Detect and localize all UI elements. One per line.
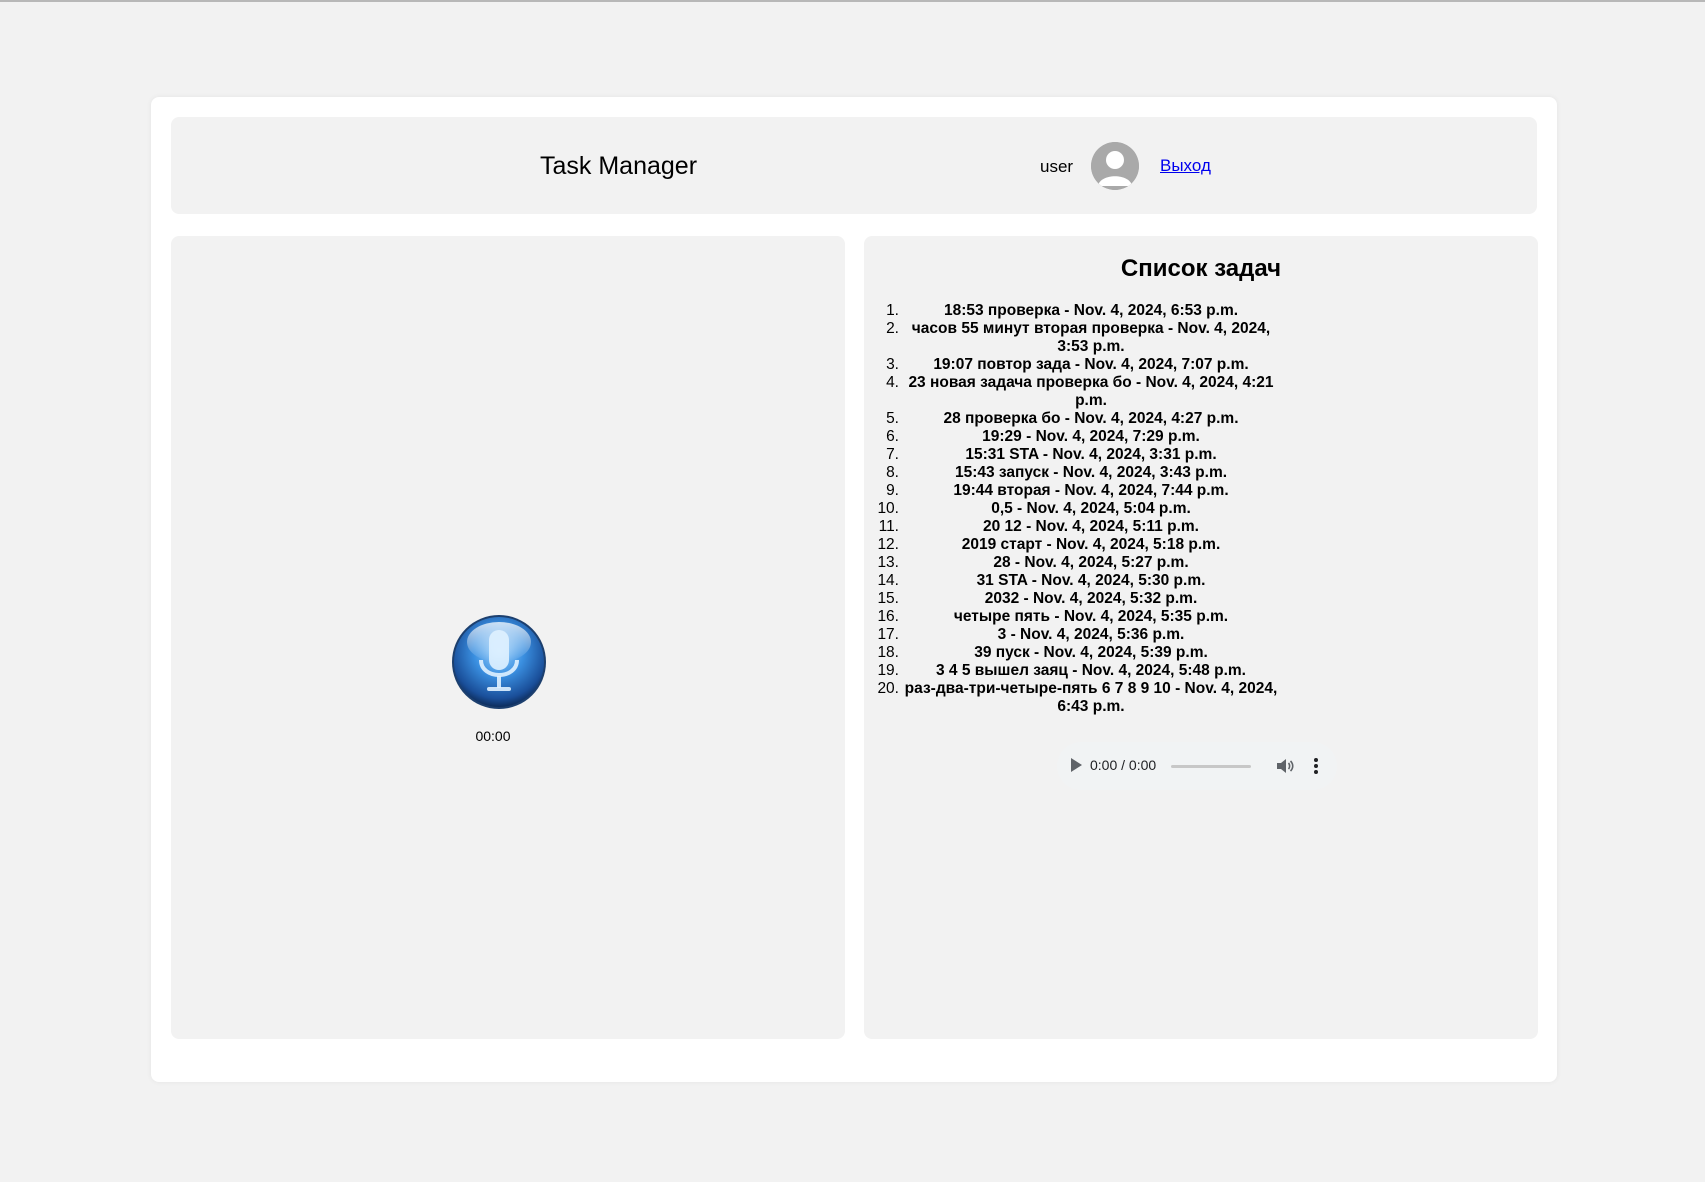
recorder-panel: 00:00 [171, 236, 845, 1039]
task-number: 8. [886, 464, 899, 481]
task-text: 31 STA - Nov. 4, 2024, 5:30 p.m. [976, 572, 1206, 589]
audio-progress-slider[interactable] [1171, 765, 1251, 768]
top-border [0, 0, 1705, 2]
volume-icon[interactable] [1275, 756, 1295, 776]
task-text: 15:43 запуск - Nov. 4, 2024, 3:43 p.m. [954, 464, 1228, 481]
task-text: 19:44 вторая - Nov. 4, 2024, 7:44 p.m. [953, 482, 1229, 499]
task-item: 2. часов 55 минут вторая проверка - Nov. … [886, 320, 1278, 356]
task-text: часов 55 минут вторая проверка - Nov. 4,… [911, 320, 1271, 355]
record-timer: 00:00 [475, 728, 511, 744]
task-text: 23 новая задача проверка бо - Nov. 4, 20… [908, 374, 1274, 409]
task-item: 1. 18:53 проверка - Nov. 4, 2024, 6:53 p.… [886, 302, 1278, 320]
task-number: 7. [886, 446, 899, 463]
task-number: 13. [877, 554, 899, 571]
task-number: 3. [886, 356, 899, 373]
task-number: 12. [877, 536, 899, 553]
task-item: 6. 19:29 - Nov. 4, 2024, 7:29 p.m. [886, 428, 1278, 446]
task-item: 4. 23 новая задача проверка бо - Nov. 4, … [886, 374, 1278, 410]
task-number: 15. [877, 590, 899, 607]
task-number: 11. [878, 518, 899, 535]
task-number: 5. [886, 410, 899, 427]
task-text: 3 - Nov. 4, 2024, 5:36 p.m. [997, 626, 1185, 643]
task-text: 39 пуск - Nov. 4, 2024, 5:39 p.m. [974, 644, 1208, 661]
task-item: 7. 15:31 STA - Nov. 4, 2024, 3:31 p.m. [886, 446, 1278, 464]
avatar-icon [1091, 142, 1139, 190]
play-icon[interactable] [1071, 758, 1082, 772]
task-item: 16. четыре пять - Nov. 4, 2024, 5:35 p.m. [877, 608, 1278, 626]
task-item: 20. раз-два-три-четыре-пять 6 7 8 9 10 - … [877, 680, 1278, 716]
task-text: 19:07 повтор зада - Nov. 4, 2024, 7:07 p… [933, 356, 1249, 373]
task-number: 14. [877, 572, 899, 589]
task-item: 17. 3 - Nov. 4, 2024, 5:36 p.m. [877, 626, 1278, 644]
task-text: 20 12 - Nov. 4, 2024, 5:11 p.m. [983, 518, 1199, 535]
task-number: 9. [886, 482, 899, 499]
task-number: 1. [886, 302, 899, 319]
task-text: 28 проверка бо - Nov. 4, 2024, 4:27 p.m. [943, 410, 1239, 427]
task-number: 6. [886, 428, 899, 445]
task-text: 2032 - Nov. 4, 2024, 5:32 p.m. [984, 590, 1198, 607]
task-text: 19:29 - Nov. 4, 2024, 7:29 p.m. [982, 428, 1200, 445]
task-text: 3 4 5 вышел заяц - Nov. 4, 2024, 5:48 p.… [936, 662, 1246, 679]
task-text: 18:53 проверка - Nov. 4, 2024, 6:53 p.m. [943, 302, 1239, 319]
audio-player: 0:00 / 0:00 [1057, 742, 1337, 790]
task-item: 14. 31 STA - Nov. 4, 2024, 5:30 p.m. [877, 572, 1278, 590]
task-item: 3. 19:07 повтор зада - Nov. 4, 2024, 7:07… [886, 356, 1278, 374]
task-number: 17. [877, 626, 899, 643]
task-number: 20. [877, 680, 899, 697]
task-number: 19. [877, 662, 899, 679]
task-list: 1. 18:53 проверка - Nov. 4, 2024, 6:53 p.… [877, 302, 1278, 716]
task-number: 16. [877, 608, 899, 625]
more-options-icon[interactable] [1313, 756, 1319, 776]
microphone-icon [452, 615, 546, 709]
task-list-panel: Список задач 1. 18:53 проверка - Nov. 4, … [864, 236, 1538, 1039]
page-header: Task Manager user Выход [171, 117, 1537, 214]
task-number: 2. [886, 320, 899, 337]
task-item: 18. 39 пуск - Nov. 4, 2024, 5:39 p.m. [877, 644, 1278, 662]
app-title: Task Manager [540, 152, 698, 180]
task-number: 18. [877, 644, 899, 661]
task-item: 11. 20 12 - Nov. 4, 2024, 5:11 p.m. [879, 518, 1278, 536]
task-item: 8. 15:43 запуск - Nov. 4, 2024, 3:43 p.m. [886, 464, 1278, 482]
username: user [1040, 157, 1074, 176]
task-text: 0,5 - Nov. 4, 2024, 5:04 p.m. [991, 500, 1191, 517]
task-text: раз-два-три-четыре-пять 6 7 8 9 10 - Nov… [904, 680, 1278, 715]
task-number: 4. [886, 374, 899, 391]
record-button[interactable] [451, 614, 547, 710]
task-item: 12. 2019 старт - Nov. 4, 2024, 5:18 p.m. [877, 536, 1278, 554]
task-number: 10. [877, 500, 899, 517]
task-item: 15. 2032 - Nov. 4, 2024, 5:32 p.m. [877, 590, 1278, 608]
task-text: 28 - Nov. 4, 2024, 5:27 p.m. [993, 554, 1189, 571]
task-item: 5. 28 проверка бо - Nov. 4, 2024, 4:27 p.… [886, 410, 1278, 428]
task-item: 9. 19:44 вторая - Nov. 4, 2024, 7:44 p.m. [886, 482, 1278, 500]
logout-link[interactable]: Выход [1160, 156, 1211, 176]
main-container: Task Manager user Выход 00:00 Список зад… [151, 97, 1557, 1082]
audio-time: 0:00 / 0:00 [1090, 757, 1157, 773]
task-list-title: Список задач [1120, 255, 1282, 282]
task-text: 2019 старт - Nov. 4, 2024, 5:18 p.m. [961, 536, 1221, 553]
task-text: четыре пять - Nov. 4, 2024, 5:35 p.m. [953, 608, 1229, 625]
task-text: 15:31 STA - Nov. 4, 2024, 3:31 p.m. [965, 446, 1217, 463]
task-item: 13. 28 - Nov. 4, 2024, 5:27 p.m. [877, 554, 1278, 572]
task-item: 10. 0,5 - Nov. 4, 2024, 5:04 p.m. [877, 500, 1278, 518]
task-item: 19. 3 4 5 вышел заяц - Nov. 4, 2024, 5:48… [877, 662, 1278, 680]
